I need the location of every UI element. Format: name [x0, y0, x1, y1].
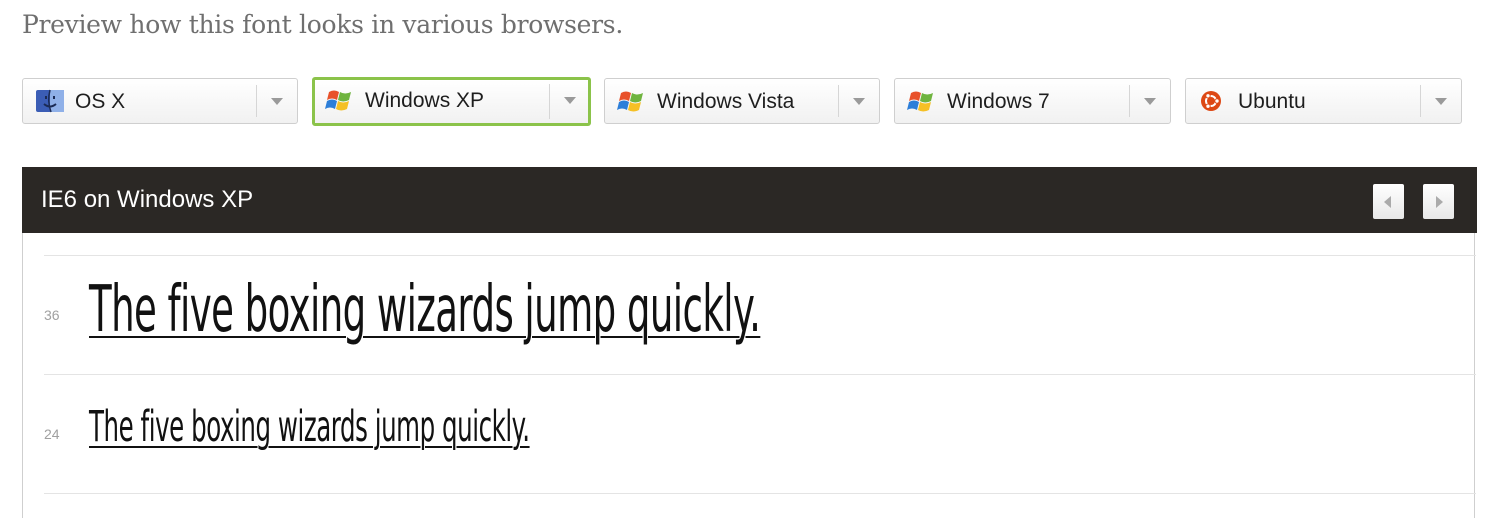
sample-row: 24 The five boxing wizards jump quickly.	[23, 382, 1475, 482]
font-size-label: 36	[44, 307, 60, 323]
os-select-windows-xp[interactable]: Windows XP	[312, 77, 591, 126]
divider	[838, 85, 839, 117]
divider	[44, 374, 1476, 375]
os-select-label: Windows Vista	[657, 90, 795, 113]
preview-header: IE6 on Windows XP	[22, 167, 1477, 233]
divider	[256, 85, 257, 117]
os-selector-bar: OS X Windows XP Windows Vista Windows 7 …	[0, 77, 1500, 126]
os-select-osx[interactable]: OS X	[22, 78, 298, 124]
windows-flag-icon	[325, 88, 355, 112]
browser-preview-panel: IE6 on Windows XP 36 The five boxing wiz…	[22, 167, 1477, 518]
os-select-ubuntu[interactable]: Ubuntu	[1185, 78, 1462, 124]
os-select-label: Ubuntu	[1238, 90, 1306, 113]
intro-text: Preview how this font looks in various b…	[22, 10, 623, 39]
divider	[1420, 85, 1421, 117]
chevron-down-icon	[271, 98, 283, 105]
os-select-windows-7[interactable]: Windows 7	[894, 78, 1171, 124]
divider	[44, 493, 1476, 494]
chevron-right-icon	[1436, 196, 1443, 208]
preview-title: IE6 on Windows XP	[41, 186, 254, 213]
finder-icon	[35, 89, 65, 113]
sample-text[interactable]: The five boxing wizards jump quickly.	[89, 273, 761, 347]
chevron-down-icon	[564, 97, 576, 104]
ubuntu-logo-icon	[1198, 89, 1228, 113]
os-select-label: Windows 7	[947, 90, 1050, 113]
os-select-windows-vista[interactable]: Windows Vista	[604, 78, 880, 124]
windows-flag-icon	[907, 89, 937, 113]
divider	[549, 84, 550, 119]
chevron-down-icon	[853, 98, 865, 105]
chevron-left-icon	[1384, 196, 1391, 208]
next-button[interactable]	[1423, 184, 1454, 219]
chevron-down-icon	[1435, 98, 1447, 105]
os-select-label: Windows XP	[365, 89, 485, 112]
previous-button[interactable]	[1373, 184, 1404, 219]
divider	[44, 255, 1476, 256]
divider	[1129, 85, 1130, 117]
sample-row: 36 The five boxing wizards jump quickly.	[23, 267, 1475, 367]
windows-flag-icon	[617, 89, 647, 113]
sample-text[interactable]: The five boxing wizards jump quickly.	[89, 402, 530, 452]
os-select-label: OS X	[75, 90, 126, 113]
font-size-label: 24	[44, 426, 60, 442]
chevron-down-icon	[1144, 98, 1156, 105]
